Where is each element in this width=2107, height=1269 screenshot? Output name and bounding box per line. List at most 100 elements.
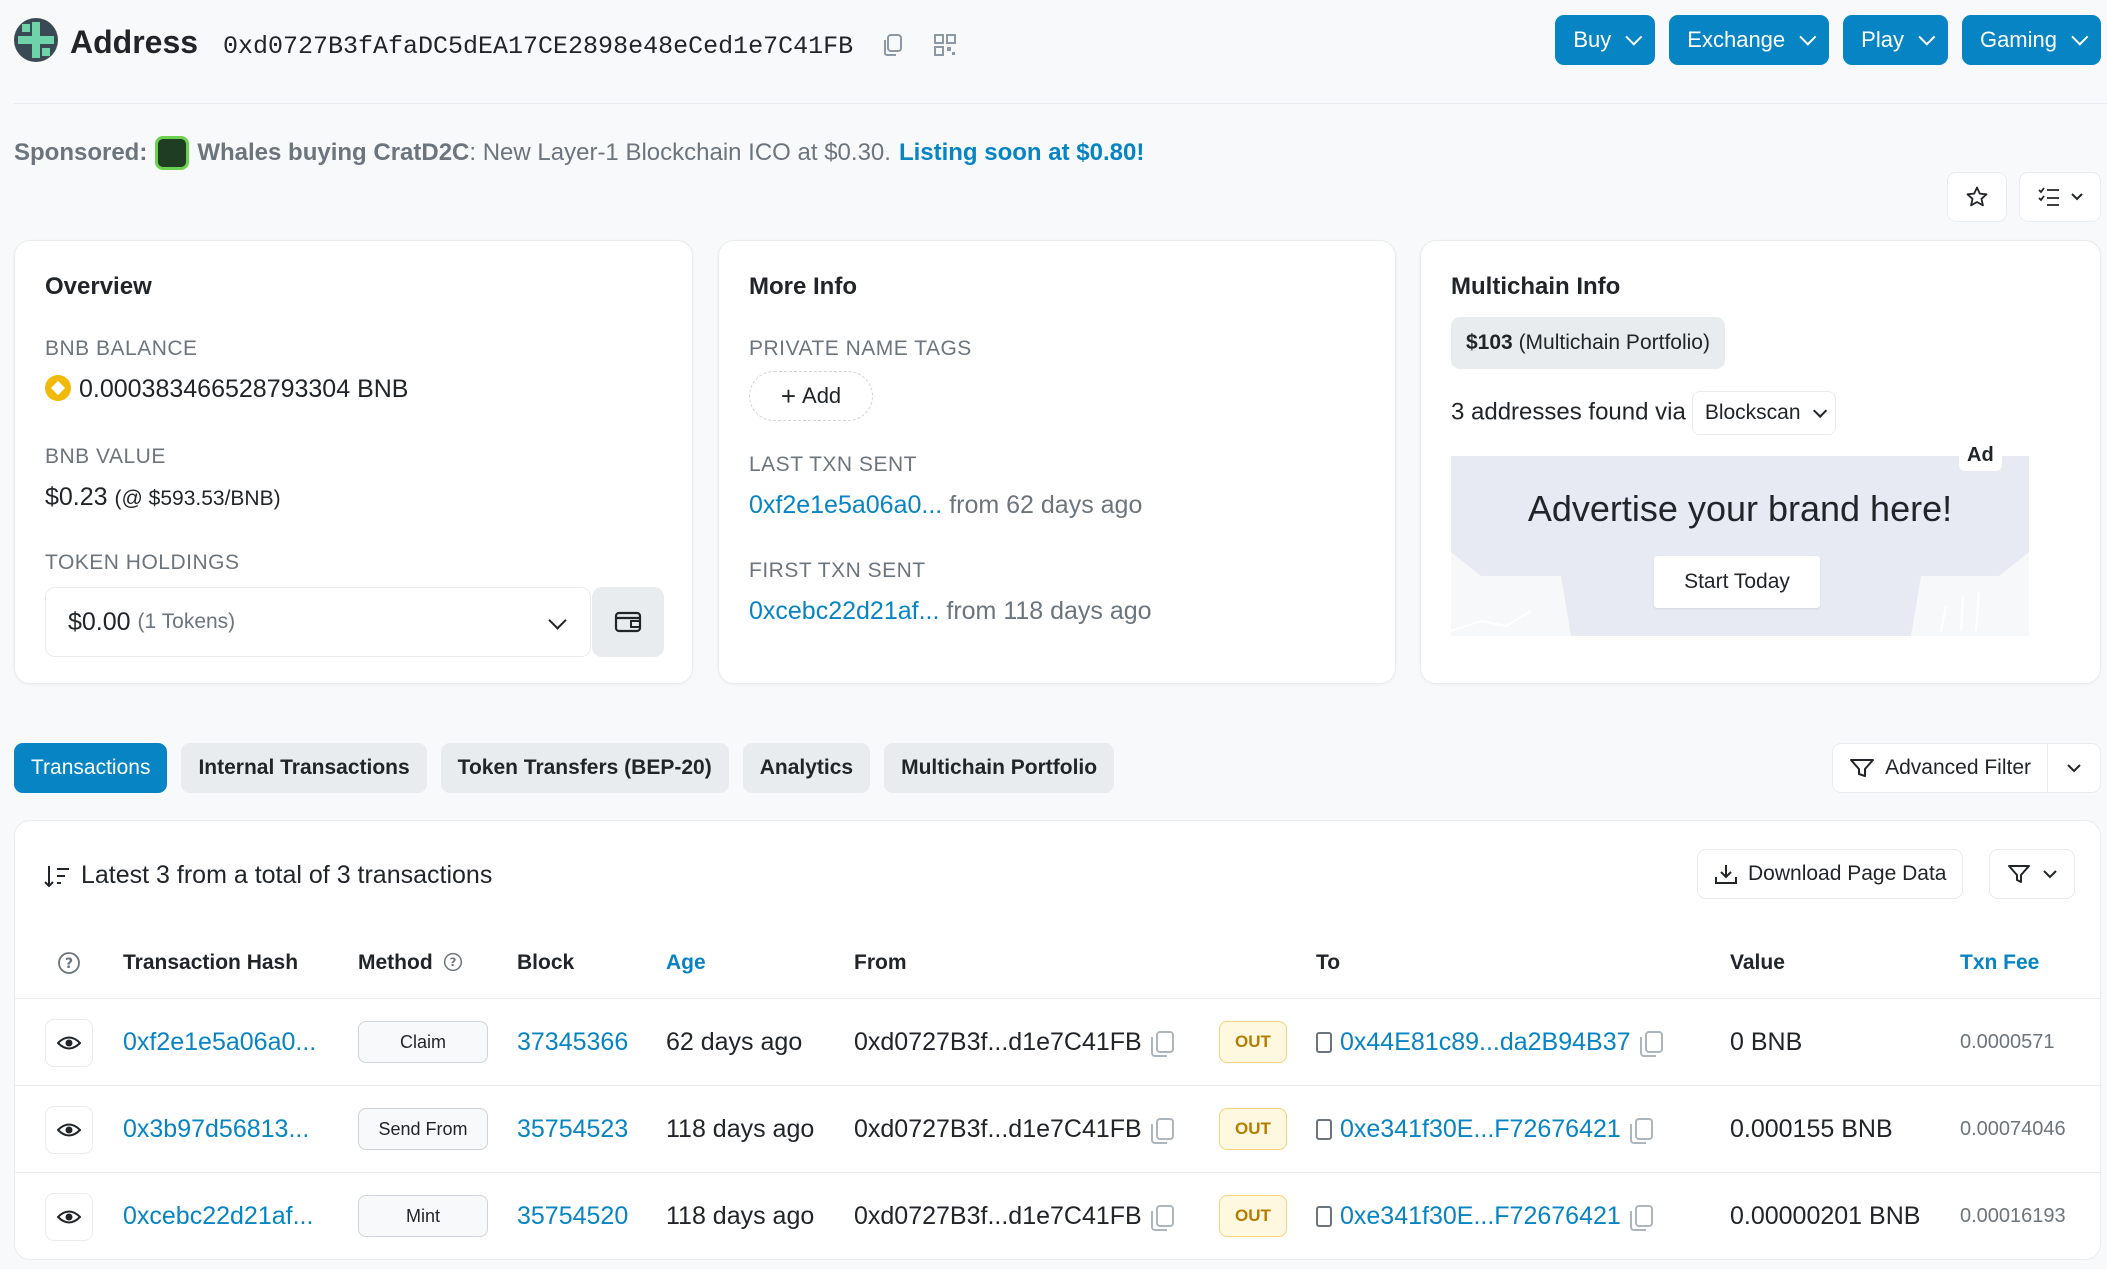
list-check-icon: [2038, 187, 2059, 206]
bnb-value-amount: $0.23: [45, 483, 108, 511]
copy-icon[interactable]: [1150, 1205, 1174, 1231]
plus-icon: +: [780, 381, 797, 411]
overview-title: Overview: [45, 273, 152, 300]
ad-decoration: [1451, 552, 2029, 636]
chevron-down-icon: [2071, 193, 2083, 201]
tab-token-transfers[interactable]: Token Transfers (BEP-20): [440, 743, 729, 793]
add-private-tag-button[interactable]: + Add: [749, 371, 873, 421]
download-page-data-button[interactable]: Download Page Data: [1697, 849, 1964, 899]
txn-value: 0.00000201 BNB: [1730, 1201, 1921, 1230]
token-holdings-dropdown[interactable]: $0.00 (1 Tokens): [45, 587, 591, 657]
direction-badge: OUT: [1219, 1021, 1287, 1063]
bnb-price: (@ $593.53/BNB): [114, 487, 281, 510]
view-details-button[interactable]: [45, 1019, 93, 1067]
filter-icon: [2008, 865, 2030, 883]
bnb-balance: 0.000383466528793304 BNB: [45, 375, 408, 404]
sponsored-label: Sponsored:: [14, 139, 148, 166]
view-details-button[interactable]: [45, 1193, 93, 1241]
copy-icon[interactable]: [1629, 1205, 1653, 1231]
eye-icon: [57, 1210, 81, 1224]
tab-analytics[interactable]: Analytics: [742, 743, 871, 793]
page-title: Address: [70, 24, 199, 60]
gaming-dropdown[interactable]: Gaming: [1961, 15, 2101, 65]
txn-hash-link[interactable]: 0xf2e1e5a06a0...: [123, 999, 316, 1085]
help-icon[interactable]: ?: [57, 951, 81, 981]
txn-fee: 0.00016193: [1960, 1204, 2066, 1227]
table-row: 0xf2e1e5a06a0... Claim 37345366 62 days …: [15, 999, 2100, 1085]
table-row: 0xcebc22d21af... Mint 35754520 118 days …: [15, 1173, 2100, 1259]
more-info-card: More Info PRIVATE NAME TAGS + Add LAST TX…: [718, 240, 1396, 684]
download-label: Download Page Data: [1748, 862, 1947, 885]
bnb-balance-value: 0.000383466528793304 BNB: [79, 375, 409, 403]
exchange-dropdown[interactable]: Exchange: [1669, 15, 1830, 65]
ad-banner[interactable]: Advertise your brand here! Start Today: [1451, 456, 2029, 636]
txn-hash-link[interactable]: 0x3b97d56813...: [123, 1086, 309, 1172]
from-address-text: 0xd0727B3f...d1e7C41FB: [854, 1114, 1142, 1143]
sponsored-bold-link[interactable]: Whales buying CratD2C: [197, 139, 469, 167]
block-link[interactable]: 37345366: [517, 999, 628, 1085]
block-link[interactable]: 35754520: [517, 1173, 628, 1259]
col-from: From: [854, 951, 907, 974]
direction-badge: OUT: [1219, 1195, 1287, 1237]
copy-icon[interactable]: [1150, 1031, 1174, 1057]
tab-internal-transactions[interactable]: Internal Transactions: [181, 743, 427, 793]
tab-transactions[interactable]: Transactions: [14, 743, 168, 793]
txn-hash-link[interactable]: 0xcebc22d21af...: [123, 1173, 313, 1259]
qr-code-icon[interactable]: [932, 32, 962, 62]
view-details-button[interactable]: [45, 1106, 93, 1154]
method-badge: Mint: [358, 1195, 488, 1237]
overview-card: Overview BNB BALANCE 0.00038346652879330…: [14, 240, 693, 684]
token-value: $0.00: [68, 607, 131, 636]
tab-multichain-portfolio[interactable]: Multichain Portfolio: [884, 743, 1115, 793]
col-method: Method ?: [358, 951, 463, 975]
blockscan-dropdown[interactable]: Blockscan: [1691, 391, 1836, 435]
exchange-label: Exchange: [1687, 27, 1786, 52]
list-options-button[interactable]: [2019, 172, 2101, 222]
more-info-title: More Info: [749, 273, 857, 300]
to-address-link[interactable]: 0x44E81c89...da2B94B37: [1340, 1028, 1631, 1057]
transactions-summary: Latest 3 from a total of 3 transactions: [43, 861, 492, 890]
buy-dropdown[interactable]: Buy: [1555, 15, 1656, 65]
txn-age: 118 days ago: [666, 1201, 815, 1230]
bnb-balance-label: BNB BALANCE: [45, 337, 198, 360]
help-icon[interactable]: ?: [443, 952, 463, 972]
chevron-down-icon: [1918, 28, 1936, 46]
col-txn-fee[interactable]: Txn Fee: [1960, 951, 2039, 975]
play-dropdown[interactable]: Play: [1843, 15, 1948, 65]
last-txn-sent-label: LAST TXN SENT: [749, 453, 917, 476]
bnb-value-label: BNB VALUE: [45, 445, 166, 468]
block-link[interactable]: 35754523: [517, 1086, 628, 1172]
favorite-button[interactable]: [1947, 172, 2007, 222]
multichain-info-card: Multichain Info $103 (Multichain Portfol…: [1420, 240, 2101, 684]
multichain-portfolio-pill[interactable]: $103 (Multichain Portfolio): [1451, 317, 1725, 369]
ad-text: Advertise your brand here!: [1527, 488, 1953, 529]
advanced-filter: Advanced Filter: [1832, 743, 2101, 793]
to-address-link[interactable]: 0xe341f30E...F72676421: [1340, 1202, 1621, 1231]
wallet-button[interactable]: [592, 587, 664, 657]
copy-icon[interactable]: [1639, 1031, 1663, 1057]
first-txn-hash-link[interactable]: 0xcebc22d21af...: [749, 597, 939, 625]
last-txn-hash-link[interactable]: 0xf2e1e5a06a0...: [749, 491, 942, 519]
advanced-filter-button[interactable]: Advanced Filter: [1833, 744, 2048, 792]
table-filter-button[interactable]: [1989, 849, 2075, 899]
advanced-filter-label: Advanced Filter: [1885, 756, 2031, 779]
txn-fee: 0.0000571: [1960, 1030, 2055, 1053]
from-address: 0xd0727B3f...d1e7C41FB: [854, 999, 1174, 1085]
copy-icon[interactable]: [1150, 1118, 1174, 1144]
copy-address-icon[interactable]: [880, 32, 910, 62]
copy-icon[interactable]: [1629, 1118, 1653, 1144]
eye-icon: [57, 1036, 81, 1050]
star-icon: [1966, 186, 1988, 207]
advanced-filter-dropdown[interactable]: [2048, 744, 2100, 792]
from-address: 0xd0727B3f...d1e7C41FB: [854, 1086, 1174, 1172]
txn-fee: 0.00074046: [1960, 1117, 2066, 1140]
to-address-link[interactable]: 0xe341f30E...F72676421: [1340, 1115, 1621, 1144]
col-transaction-hash: Transaction Hash: [123, 951, 299, 974]
sponsored-link[interactable]: Listing soon at $0.80!: [899, 139, 1144, 167]
portfolio-value: $103: [1466, 331, 1513, 354]
portfolio-label: (Multichain Portfolio): [1518, 331, 1710, 354]
start-today-button[interactable]: Start Today: [1654, 556, 1820, 608]
col-age[interactable]: Age: [666, 951, 706, 975]
bnb-coin-icon: [45, 375, 71, 401]
cratd2c-logo-icon: [155, 136, 190, 170]
